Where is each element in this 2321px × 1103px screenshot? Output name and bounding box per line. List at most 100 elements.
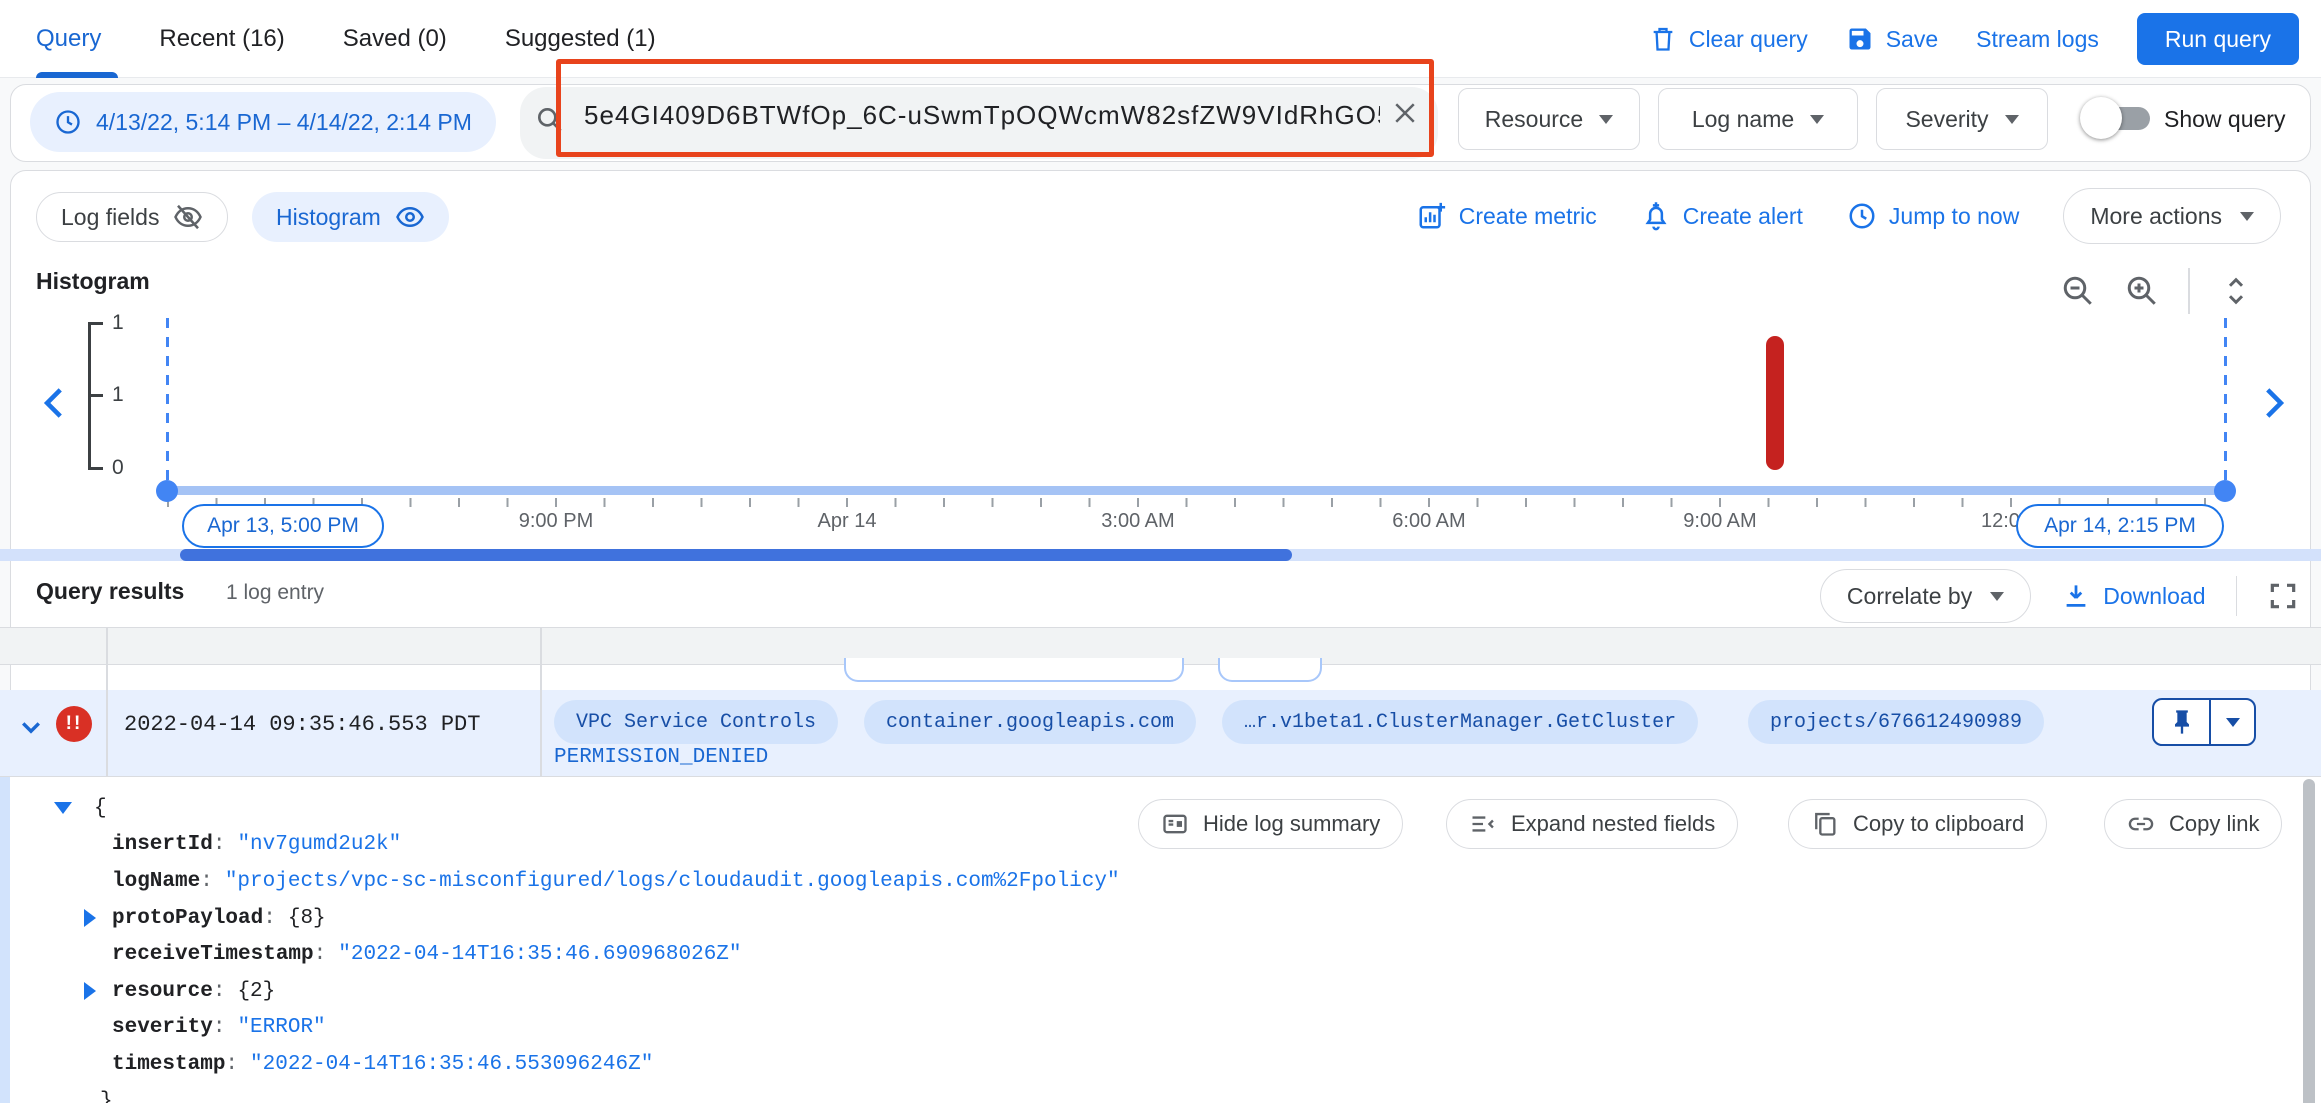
log-name-filter-label: Log name bbox=[1691, 105, 1795, 132]
chevron-down-icon bbox=[1990, 591, 2005, 601]
severity-filter-dropdown[interactable]: Severity bbox=[1876, 88, 2048, 150]
collapse-histogram-icon[interactable] bbox=[2218, 273, 2254, 309]
summary-chip: container.googleapis.com bbox=[864, 700, 1197, 744]
range-start-chip[interactable]: Apr 13, 5:00 PM bbox=[182, 504, 384, 548]
copy-link-button[interactable]: Copy link bbox=[2104, 799, 2283, 849]
histogram-toggle-label: Histogram bbox=[276, 203, 381, 230]
tab-suggested[interactable]: Suggested (1) bbox=[505, 25, 656, 53]
x-tick-label: 6:00 AM bbox=[1392, 510, 1466, 532]
y-tick-label: 1 bbox=[112, 383, 124, 406]
tab-query[interactable]: Query bbox=[36, 25, 101, 53]
json-key: receiveTimestamp bbox=[112, 943, 314, 967]
expand-nested-fields-button[interactable]: Expand nested fields bbox=[1446, 799, 1739, 849]
histogram-minor-ticks bbox=[167, 498, 2228, 507]
search-input-value[interactable]: 5e4GI409D6BTWfOp_6C-uSwmTpOQWcmW82sfZW9V… bbox=[584, 96, 1380, 134]
histogram-pan-right-button[interactable] bbox=[2252, 382, 2294, 424]
query-results-title: Query results bbox=[36, 578, 185, 604]
log-entry-timestamp: 2022-04-14 09:35:46.553 PDT bbox=[124, 712, 481, 737]
zoom-in-icon[interactable] bbox=[2124, 273, 2160, 309]
expand-nested-icon bbox=[1469, 810, 1497, 838]
histogram-pan-left-button[interactable] bbox=[34, 382, 76, 424]
pin-icon[interactable] bbox=[2154, 700, 2209, 744]
histogram-title: Histogram bbox=[36, 268, 150, 294]
expand-nested-fields-label: Expand nested fields bbox=[1511, 811, 1716, 836]
json-colon: : bbox=[313, 943, 327, 967]
fullscreen-icon[interactable] bbox=[2267, 580, 2299, 612]
save-button[interactable]: Save bbox=[1846, 25, 1938, 53]
correlate-by-dropdown[interactable]: Correlate by bbox=[1819, 569, 2032, 623]
json-field-line: receiveTimestamp: "2022-04-14T16:35:46.69… bbox=[0, 936, 1500, 973]
x-tick-label: 9:00 AM bbox=[1683, 510, 1757, 532]
json-value: "2022-04-14T16:35:46.553096246Z" bbox=[250, 1052, 654, 1076]
json-key: timestamp bbox=[112, 1052, 226, 1076]
range-start-handle[interactable] bbox=[156, 480, 178, 502]
histogram-timeline-track bbox=[167, 486, 2227, 495]
log-name-filter-dropdown[interactable]: Log name bbox=[1658, 88, 1858, 150]
hide-log-summary-label: Hide log summary bbox=[1203, 811, 1381, 836]
collapse-node-icon[interactable] bbox=[54, 802, 72, 815]
json-field-line: protoPayload: {8} bbox=[0, 900, 1500, 937]
tab-saved[interactable]: Saved (0) bbox=[343, 25, 447, 53]
range-end-handle[interactable] bbox=[2214, 480, 2236, 502]
log-fields-label: Log fields bbox=[61, 203, 160, 230]
eye-icon bbox=[395, 202, 425, 232]
y-tick-label: 0 bbox=[112, 456, 124, 479]
trash-icon bbox=[1649, 25, 1677, 53]
pin-log-entry-button[interactable] bbox=[2152, 698, 2256, 746]
range-end-marker bbox=[2224, 318, 2227, 490]
open-brace: { bbox=[94, 796, 107, 820]
expand-node-icon[interactable] bbox=[84, 909, 96, 928]
stream-logs-button[interactable]: Stream logs bbox=[1976, 26, 2099, 53]
time-range-picker[interactable]: 4/13/22, 5:14 PM – 4/14/22, 2:14 PM bbox=[30, 92, 496, 152]
jump-to-now-button[interactable]: Jump to now bbox=[1847, 201, 2019, 231]
download-label: Download bbox=[2103, 582, 2206, 609]
top-tab-bar: Query Recent (16) Saved (0) Suggested (1… bbox=[0, 0, 2321, 78]
clock-icon bbox=[1847, 201, 1877, 231]
clear-query-button[interactable]: Clear query bbox=[1649, 25, 1808, 53]
json-value: "projects/vpc-sc-misconfigured/logs/clou… bbox=[224, 869, 1120, 893]
divider bbox=[2235, 576, 2237, 616]
more-actions-dropdown[interactable]: More actions bbox=[2063, 188, 2281, 244]
resource-filter-dropdown[interactable]: Resource bbox=[1458, 88, 1640, 150]
download-icon bbox=[2061, 581, 2091, 611]
active-tab-underline bbox=[36, 72, 118, 78]
range-end-chip[interactable]: Apr 14, 2:15 PM bbox=[2016, 504, 2224, 548]
create-alert-label: Create alert bbox=[1682, 202, 1803, 229]
json-colon: : bbox=[200, 869, 213, 893]
save-label: Save bbox=[1885, 25, 1939, 52]
vertical-scrollbar-thumb[interactable] bbox=[2303, 779, 2315, 1103]
json-value: "ERROR" bbox=[237, 1016, 326, 1040]
json-key: insertId bbox=[112, 833, 213, 857]
copy-link-label: Copy link bbox=[2169, 811, 2260, 836]
collapse-entry-icon[interactable] bbox=[14, 710, 48, 744]
json-colon: : bbox=[212, 833, 226, 857]
jump-to-now-label: Jump to now bbox=[1888, 202, 2020, 229]
tab-recent[interactable]: Recent (16) bbox=[159, 25, 284, 53]
run-query-button[interactable]: Run query bbox=[2136, 13, 2299, 65]
json-field-line: timestamp: "2022-04-14T16:35:46.553096246… bbox=[0, 1046, 1500, 1083]
json-colon: : bbox=[212, 1016, 226, 1040]
histogram-error-bar[interactable] bbox=[1766, 336, 1784, 470]
histogram-scrollbar-thumb[interactable] bbox=[180, 549, 1292, 561]
download-button[interactable]: Download bbox=[2061, 581, 2206, 611]
pin-options-dropdown[interactable] bbox=[2211, 700, 2254, 744]
clipped-chip-remnant bbox=[844, 658, 1184, 682]
create-metric-button[interactable]: Create metric bbox=[1417, 201, 1597, 231]
y-tick-mark bbox=[88, 467, 103, 470]
chevron-down-icon bbox=[2240, 211, 2254, 221]
permission-denied-status: PERMISSION_DENIED bbox=[554, 746, 769, 769]
show-query-toggle-thumb[interactable] bbox=[2080, 97, 2122, 139]
zoom-out-icon[interactable] bbox=[2060, 273, 2096, 309]
query-tabs: Query Recent (16) Saved (0) Suggested (1… bbox=[36, 0, 656, 78]
create-alert-button[interactable]: Create alert bbox=[1641, 201, 1803, 231]
clear-search-icon[interactable] bbox=[1390, 98, 1420, 128]
histogram-toggle[interactable]: Histogram bbox=[252, 192, 449, 242]
log-fields-toggle[interactable]: Log fields bbox=[36, 192, 229, 242]
hide-log-summary-button[interactable]: Hide log summary bbox=[1138, 799, 1404, 849]
json-colon: : bbox=[212, 979, 226, 1003]
chevron-down-icon bbox=[1810, 114, 1825, 124]
create-metric-label: Create metric bbox=[1458, 202, 1597, 229]
copy-to-clipboard-button[interactable]: Copy to clipboard bbox=[1788, 799, 2048, 849]
summary-icon bbox=[1161, 810, 1189, 838]
expand-node-icon[interactable] bbox=[84, 982, 96, 1001]
